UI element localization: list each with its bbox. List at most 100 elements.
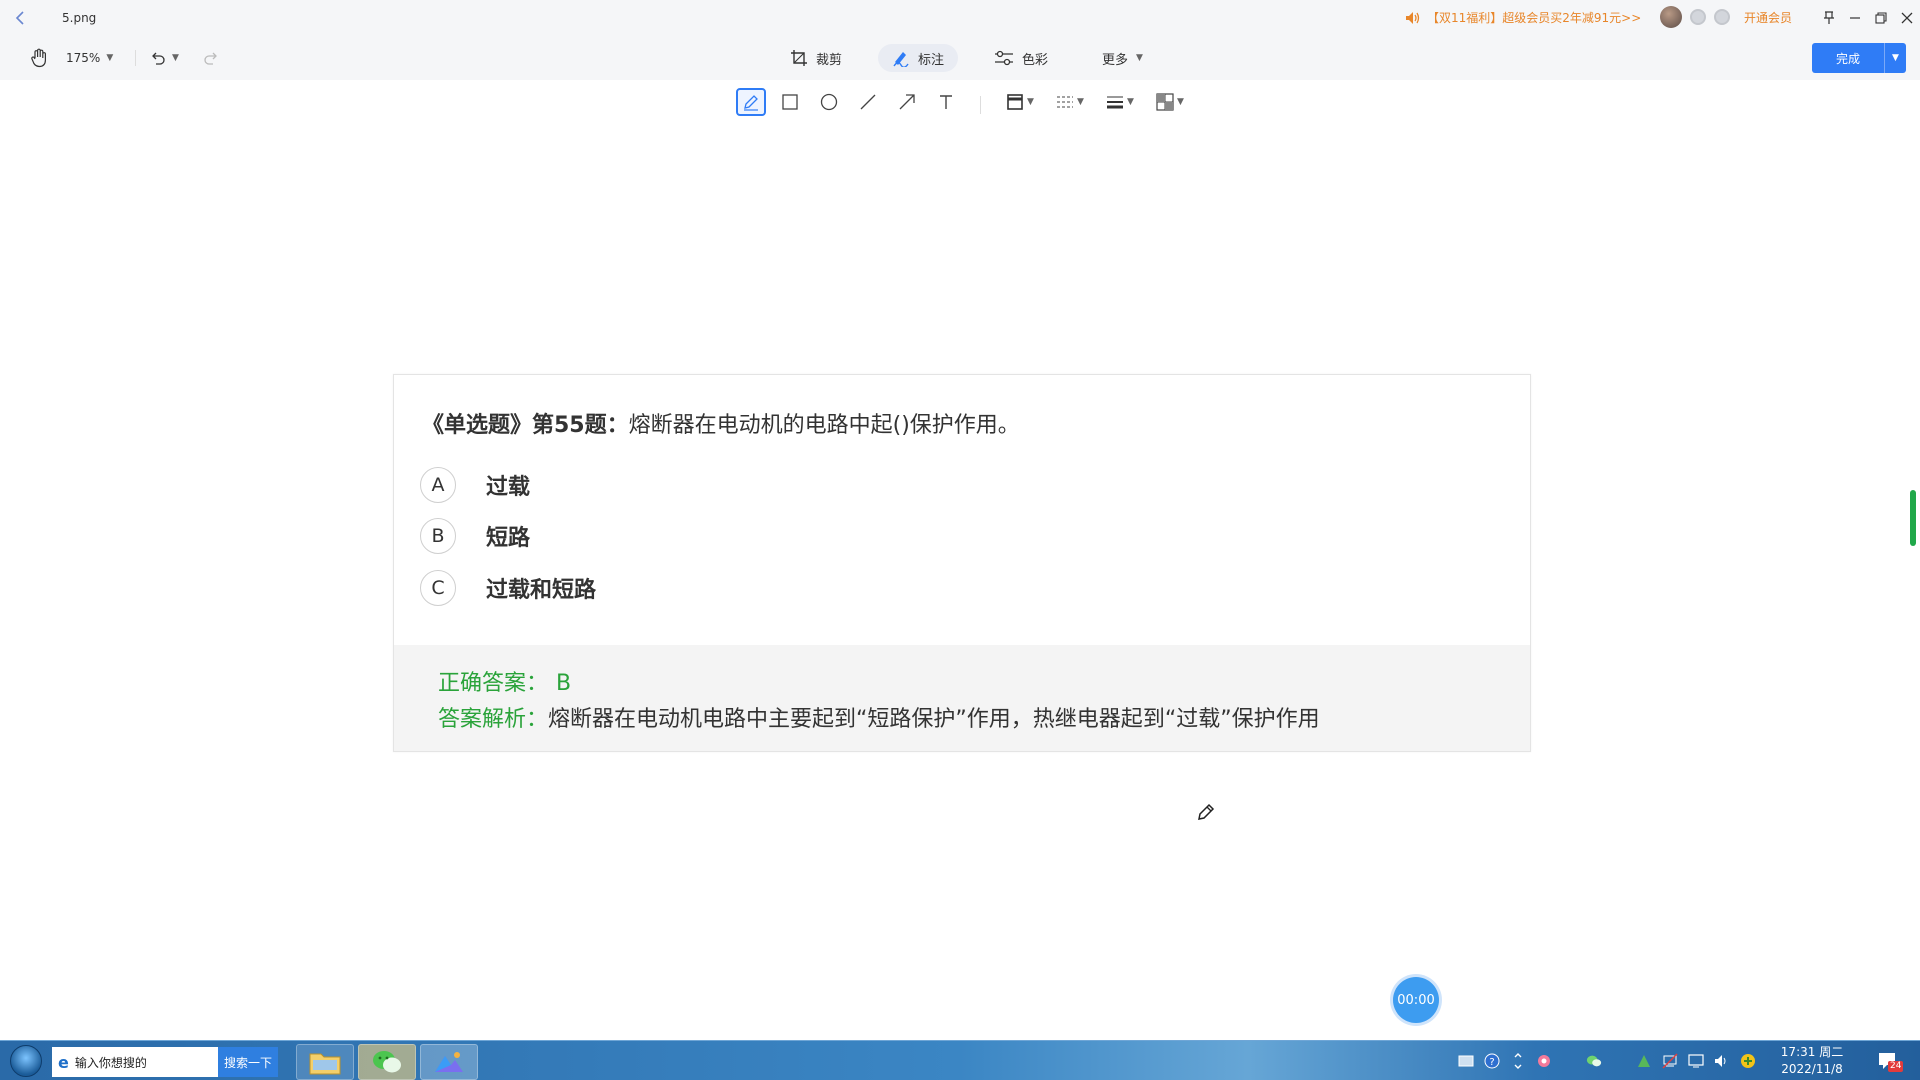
display-icon[interactable] (1688, 1053, 1704, 1069)
hand-icon (31, 48, 46, 68)
help-icon[interactable]: ? (1484, 1053, 1500, 1069)
wechat-icon (373, 1051, 401, 1073)
promo-banner[interactable]: 【双11福利】超级会员买2年减91元>> (1405, 9, 1641, 26)
search-input[interactable]: e 输入你想搜的 (52, 1047, 218, 1077)
undo-button[interactable]: ▼ (150, 44, 179, 72)
arrow-tool[interactable] (892, 88, 922, 116)
pin-icon (1824, 11, 1834, 24)
chevron-down-icon: ▼ (1027, 97, 1034, 107)
wechat-app[interactable] (358, 1044, 416, 1080)
chevron-down-icon[interactable]: ▼ (172, 53, 179, 63)
close-button[interactable] (1894, 0, 1920, 36)
answer-explanation: 答案解析：熔断器在电动机电路中主要起到“短路保护”作用，热继电器起到“过载”保护… (438, 701, 1320, 733)
question-text: 熔断器在电动机的电路中起()保护作用。 (628, 413, 1020, 438)
tab-color[interactable]: 色彩 (980, 44, 1062, 72)
done-button-group: 完成 ▼ (1812, 43, 1906, 73)
system-clock[interactable]: 17:31 周二 2022/11/8 (1772, 1044, 1852, 1078)
tab-crop[interactable]: 裁剪 (776, 44, 856, 72)
title-bar: 5.png 【双11福利】超级会员买2年减91元>> 开通会员 (0, 0, 1920, 36)
chevron-left-icon (15, 11, 24, 25)
line-weight-icon (1107, 96, 1123, 109)
option-text: 过载 (486, 475, 531, 500)
line-tool[interactable] (853, 88, 883, 116)
restore-icon (1875, 12, 1887, 24)
back-button[interactable] (0, 0, 40, 36)
correct-answer-label: 正确答案： (438, 671, 549, 696)
vip-badge-icon (1714, 9, 1730, 25)
restore-button[interactable] (1868, 0, 1894, 36)
windows-logo-icon (10, 1045, 42, 1077)
annotate-label: 标注 (918, 52, 945, 68)
scrollbar-thumb[interactable] (1910, 490, 1916, 546)
start-button[interactable] (6, 1043, 46, 1079)
option-a: A 过载 (420, 467, 530, 503)
security-icon[interactable] (1740, 1053, 1756, 1069)
network-icon[interactable] (1662, 1053, 1678, 1069)
line-style-icon (1057, 96, 1073, 108)
chevron-down-icon[interactable]: ▼ (1884, 43, 1906, 73)
circle-icon (820, 93, 838, 111)
annotation-toolbar: ▼ ▼ ▼ ▼ (0, 84, 1920, 120)
option-letter: B (420, 518, 456, 554)
clock-time: 17:31 周二 (1780, 1045, 1844, 1059)
flower-app-icon[interactable] (1536, 1053, 1552, 1069)
line-style-dropdown[interactable]: ▼ (1056, 88, 1084, 116)
chevron-down-icon: ▼ (1127, 97, 1134, 107)
search-button[interactable]: 搜索一下 (218, 1047, 278, 1077)
explanation-text: 熔断器在电动机电路中主要起到“短路保护”作用，热继电器起到“过载”保护作用 (548, 707, 1320, 732)
chevron-down-icon: ▼ (1177, 97, 1184, 107)
text-tool[interactable] (931, 88, 961, 116)
undo-icon (152, 52, 165, 65)
timer-badge[interactable]: 00:00 (1393, 977, 1439, 1023)
color-label: 色彩 (1022, 52, 1049, 68)
line-weight-dropdown[interactable]: ▼ (1106, 88, 1134, 116)
chevron-down-icon: ▼ (106, 53, 114, 63)
network-shield-icon[interactable] (1636, 1053, 1652, 1069)
tab-annotate[interactable]: 标注 (878, 44, 959, 72)
search-placeholder: 输入你想搜的 (74, 1055, 147, 1070)
keyboard-icon[interactable] (1458, 1053, 1474, 1069)
wechat-tray-icon[interactable] (1586, 1053, 1602, 1069)
ellipse-tool[interactable] (814, 88, 844, 116)
correct-answer-value: B (556, 671, 572, 696)
redo-icon (204, 52, 217, 65)
folder-icon (309, 1053, 341, 1075)
zoom-value: 175% (66, 51, 101, 65)
pencil-icon (744, 95, 758, 111)
more-menu[interactable]: 更多 ▼ (1088, 44, 1157, 72)
speaker-icon (1406, 11, 1420, 24)
input-method-icon[interactable] (1510, 1053, 1526, 1069)
zoom-select[interactable]: 175% ▼ (66, 44, 113, 72)
clock-date: 2022/11/8 (1781, 1062, 1843, 1076)
open-vip-link[interactable]: 开通会员 (1744, 9, 1792, 26)
pencil-tool[interactable] (736, 88, 766, 116)
chevron-down-icon: ▼ (1136, 53, 1143, 63)
promo-text: 【双11福利】超级会员买2年减91元>> (1427, 11, 1642, 25)
correct-answer: 正确答案： B (438, 665, 571, 697)
arrow-icon (899, 94, 915, 110)
volume-icon[interactable] (1714, 1053, 1730, 1069)
rectangle-tool[interactable] (775, 88, 805, 116)
crop-label: 裁剪 (816, 52, 843, 68)
option-c: C 过载和短路 (420, 570, 596, 606)
pencil-cursor-icon (1198, 803, 1215, 820)
border-style-icon (1007, 94, 1023, 110)
pin-button[interactable] (1816, 0, 1842, 36)
hand-tool-button[interactable] (30, 44, 48, 72)
minimize-button[interactable] (1842, 0, 1868, 36)
more-label: 更多 (1102, 52, 1129, 68)
notification-center[interactable]: 24 (1876, 1049, 1904, 1073)
explorer-app[interactable] (296, 1044, 354, 1080)
redo-button[interactable] (203, 44, 219, 72)
crop-icon (791, 50, 807, 66)
photo-viewer-app[interactable] (420, 1044, 478, 1080)
adjust-sliders-icon (995, 50, 1013, 66)
avatar[interactable] (1660, 6, 1682, 28)
done-button[interactable]: 完成 (1812, 50, 1884, 67)
option-letter: C (420, 570, 456, 606)
option-letter: A (420, 467, 456, 503)
answer-section: 正确答案： B 答案解析：熔断器在电动机电路中主要起到“短路保护”作用，热继电器起… (394, 645, 1530, 751)
border-style-dropdown[interactable]: ▼ (1006, 88, 1034, 116)
mosaic-dropdown[interactable]: ▼ (1156, 88, 1184, 116)
close-icon (1901, 12, 1913, 24)
